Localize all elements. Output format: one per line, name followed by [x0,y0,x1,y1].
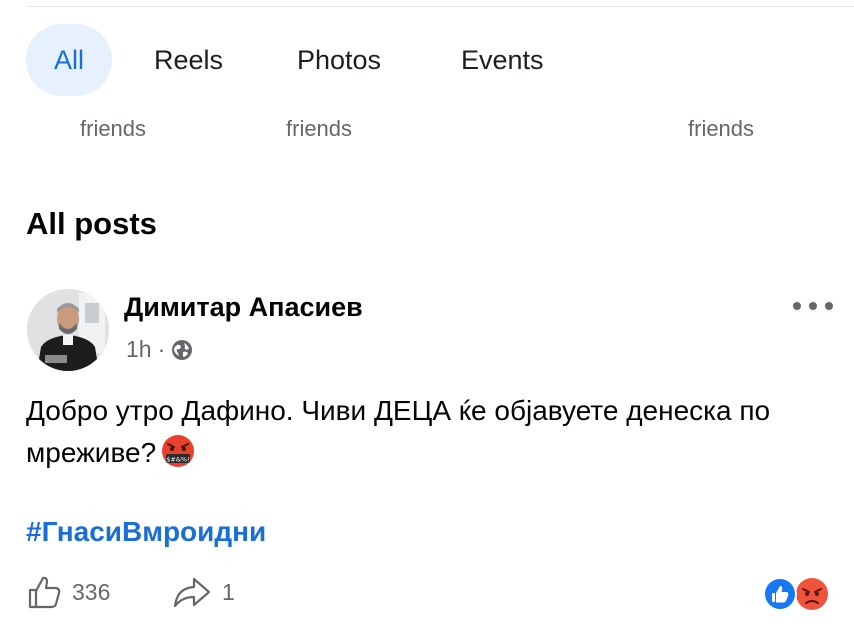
like-icon [28,576,61,609]
avatar-photo [27,289,109,371]
friends-label: friends [80,116,147,141]
post-text: Добро утро Дафино. Чиви ДЕЦА ќе објавует… [26,390,826,474]
post-meta: 1h · [126,336,193,363]
post-timestamp[interactable]: 1h [126,336,152,363]
post-author-name[interactable]: Димитар Апасиев [124,292,363,323]
avatar[interactable] [27,289,109,371]
post-body-text: Добро утро Дафино. Чиви ДЕЦА ќе објавует… [26,395,771,468]
svg-text:$#&%!: $#&%! [166,456,189,464]
more-options-icon[interactable] [790,296,836,316]
meta-separator: · [157,336,166,362]
share-count: 1 [222,578,235,605]
tab-events[interactable]: Events [461,24,544,96]
angry-reaction-icon [796,578,828,610]
post-hashtag[interactable]: #ГнасиВмроидни [26,516,266,548]
tab-all[interactable]: All [26,24,112,96]
friends-label: friends [286,116,353,141]
like-reaction-icon [763,577,797,611]
share-button[interactable]: 1 [172,572,235,612]
tab-photos[interactable]: Photos [297,24,381,96]
reactions-summary[interactable] [760,576,832,612]
top-divider [28,6,854,7]
globe-icon [172,339,193,360]
friends-label: friends [688,116,755,141]
like-button[interactable]: 336 [26,572,110,612]
section-title: All posts [26,206,157,241]
like-count: 336 [72,578,111,605]
face-with-symbols-on-mouth-icon: $#&%! [162,435,195,467]
share-icon [173,577,211,608]
tab-reels[interactable]: Reels [154,24,223,96]
